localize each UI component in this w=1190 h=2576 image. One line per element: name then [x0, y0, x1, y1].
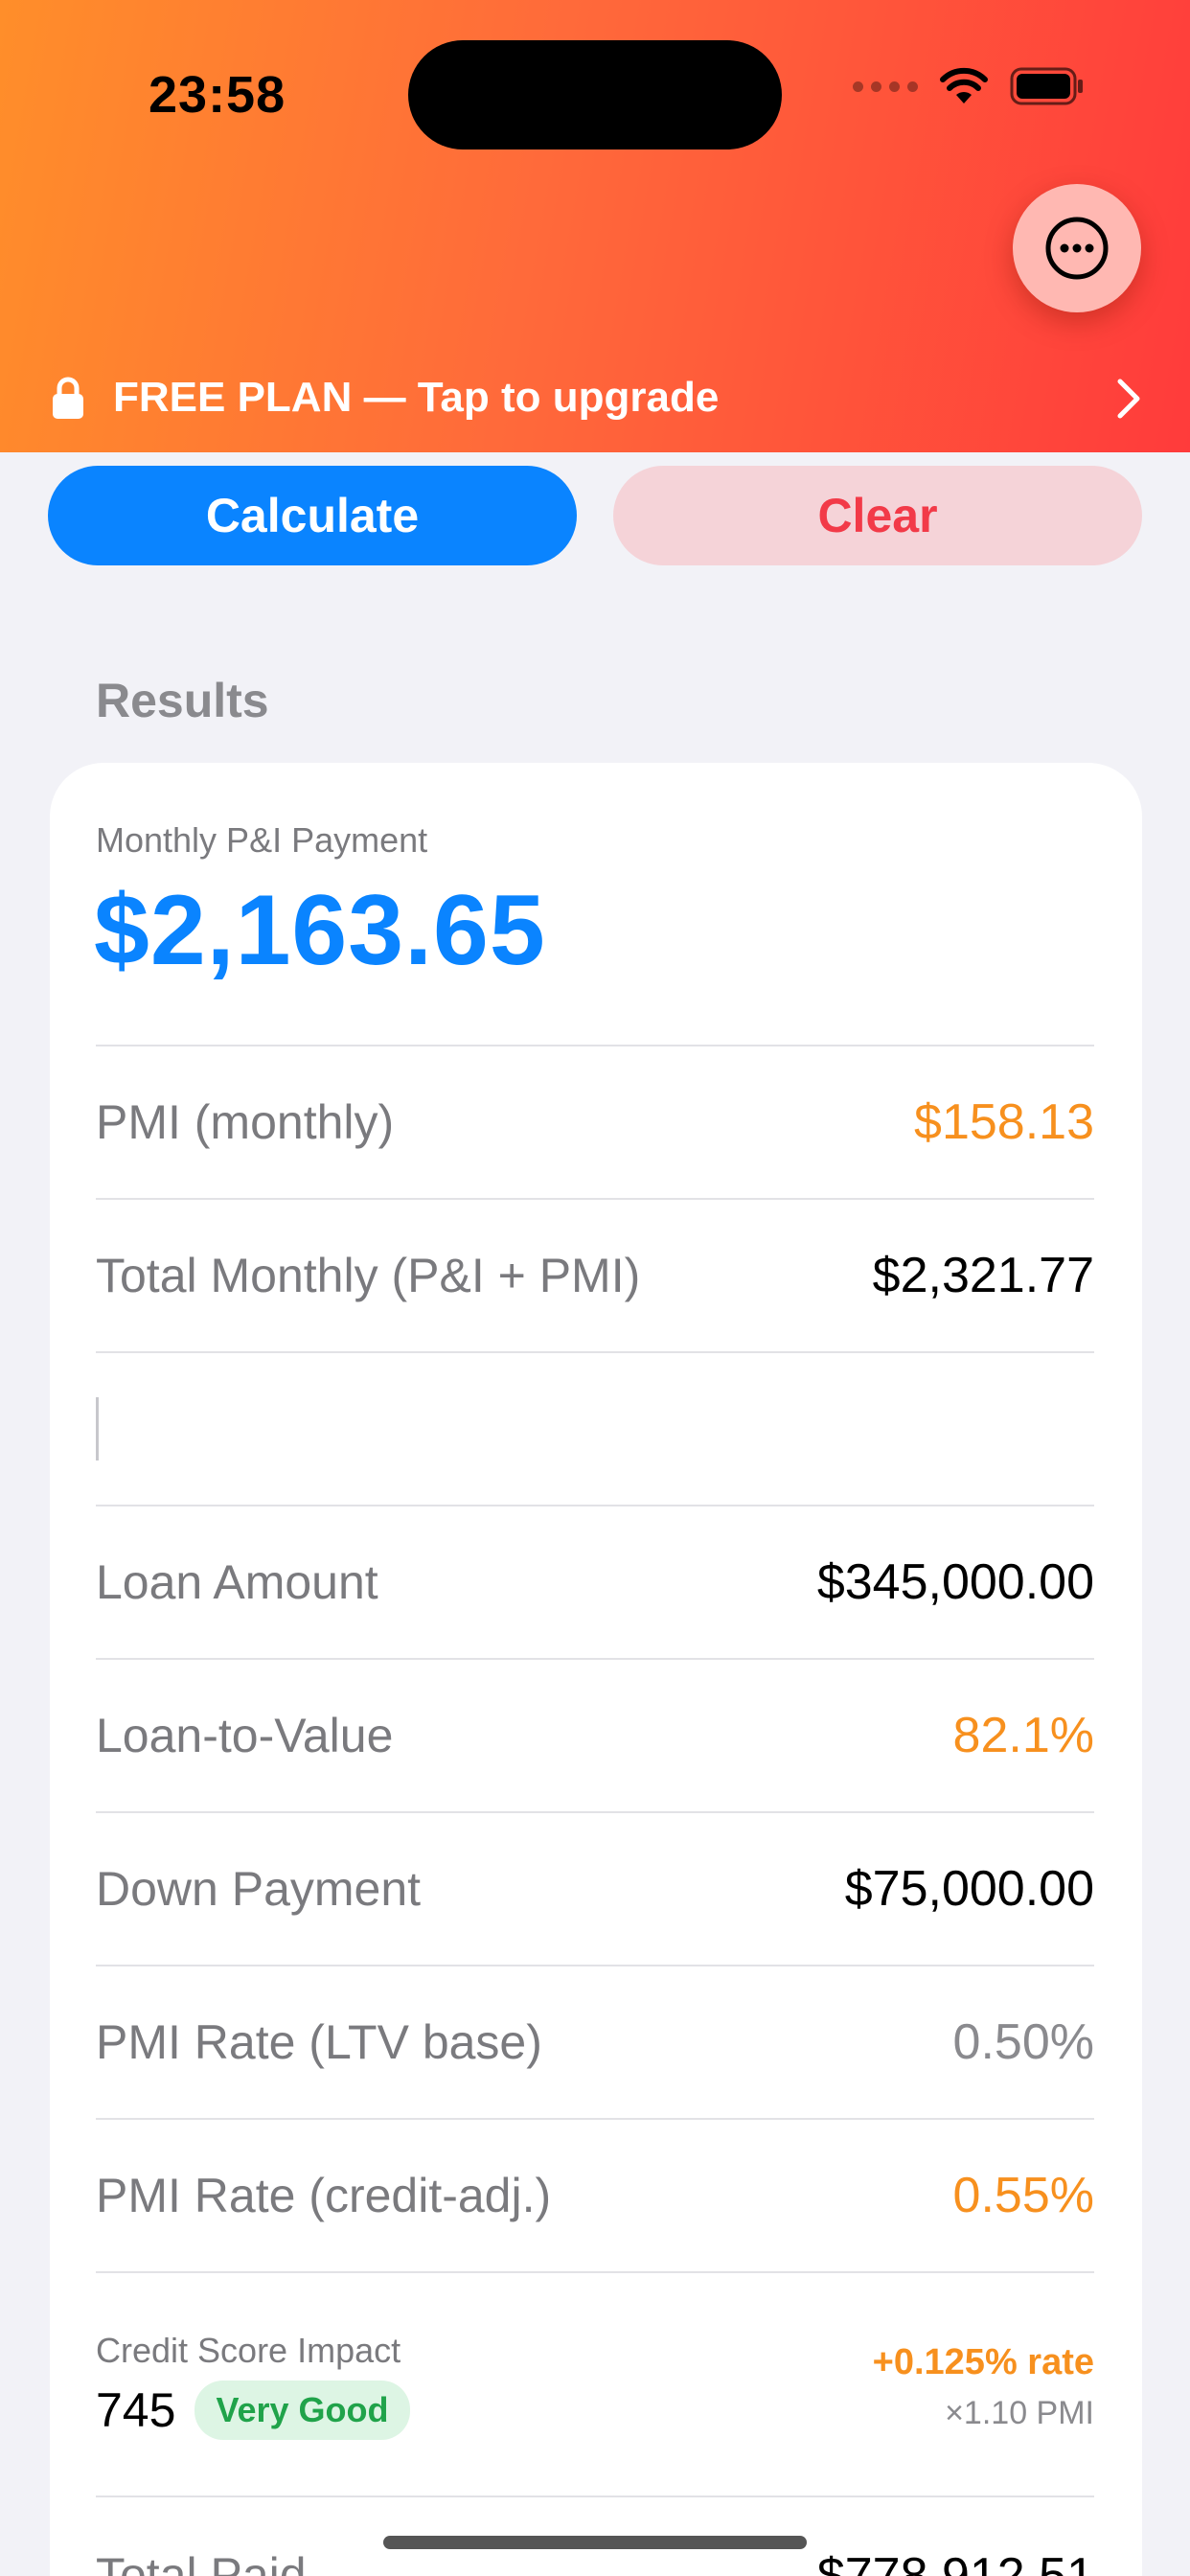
result-row-loan-amount: Loan Amount $345,000.00 — [96, 1505, 1094, 1658]
pmi-multiplier: ×1.10 PMI — [945, 2395, 1094, 2431]
results-section-title: Results — [96, 674, 269, 727]
credit-tier-badge: Very Good — [195, 2380, 410, 2440]
result-value: $778,912.51 — [816, 2548, 1094, 2576]
upgrade-banner[interactable]: FREE PLAN — Tap to upgrade — [0, 355, 1190, 441]
result-value: 0.55% — [952, 2168, 1094, 2223]
result-row-pmi-rate-ltv: PMI Rate (LTV base) 0.50% — [96, 1965, 1094, 2118]
monthly-payment-label: Monthly P&I Payment — [96, 820, 428, 860]
result-value: $2,321.77 — [872, 1248, 1094, 1303]
more-options-button[interactable] — [1013, 184, 1141, 312]
result-row-total-monthly: Total Monthly (P&I + PMI) $2,321.77 — [96, 1198, 1094, 1351]
result-label: Down Payment — [96, 1862, 422, 1916]
status-icons — [853, 67, 1085, 105]
credit-score-value: 745 — [96, 2383, 176, 2437]
result-row-down-payment: Down Payment $75,000.00 — [96, 1811, 1094, 1965]
result-value: 0.50% — [952, 2014, 1094, 2070]
clear-button[interactable]: Clear — [613, 466, 1142, 565]
result-label: Loan-to-Value — [96, 1709, 394, 1762]
chevron-right-icon — [1115, 378, 1142, 425]
calculate-button[interactable]: Calculate — [48, 466, 577, 565]
result-row-pmi-monthly: PMI (monthly) $158.13 — [96, 1045, 1094, 1198]
result-row-pmi-rate-credit: PMI Rate (credit-adj.) 0.55% — [96, 2118, 1094, 2271]
credit-score-impact-row: Credit Score Impact 745 Very Good +0.125… — [96, 2271, 1094, 2496]
credit-adjustment-block: +0.125% rate ×1.10 PMI — [873, 2273, 1094, 2432]
result-label: Total Paid — [96, 2548, 307, 2576]
rate-adjustment: +0.125% rate — [872, 2342, 1094, 2382]
credit-score-label: Credit Score Impact — [96, 2331, 401, 2370]
result-value: 82.1% — [952, 1708, 1094, 1763]
credit-score-block: Credit Score Impact 745 Very Good — [96, 2273, 410, 2440]
result-value: $158.13 — [914, 1094, 1094, 1150]
dynamic-island — [408, 40, 782, 150]
result-label: Total Monthly (P&I + PMI) — [96, 1249, 641, 1302]
battery-icon — [1010, 67, 1085, 105]
more-icon — [1045, 217, 1109, 280]
monthly-payment-value: $2,163.65 — [94, 875, 546, 986]
result-row-ltv: Loan-to-Value 82.1% — [96, 1658, 1094, 1811]
result-label: PMI Rate (credit-adj.) — [96, 2169, 552, 2222]
lock-icon — [52, 376, 84, 425]
upgrade-banner-text: FREE PLAN — Tap to upgrade — [113, 374, 720, 421]
result-label: PMI (monthly) — [96, 1095, 395, 1149]
header: 23:58 FREE PLAN — Tap to upgrade — [0, 0, 1190, 452]
home-indicator[interactable] — [383, 2536, 807, 2549]
empty-row — [96, 1351, 1094, 1505]
results-card: Monthly P&I Payment $2,163.65 PMI (month… — [50, 763, 1142, 2576]
wifi-icon — [939, 67, 989, 105]
status-time: 23:58 — [149, 66, 286, 124]
result-value: $75,000.00 — [844, 1861, 1094, 1917]
credit-score-line: 745 Very Good — [96, 2380, 410, 2440]
result-value: $345,000.00 — [816, 1554, 1094, 1610]
cellular-signal-icon — [853, 80, 918, 92]
text-caret — [96, 1397, 99, 1460]
result-label: Loan Amount — [96, 1555, 378, 1609]
result-label: PMI Rate (LTV base) — [96, 2015, 542, 2069]
